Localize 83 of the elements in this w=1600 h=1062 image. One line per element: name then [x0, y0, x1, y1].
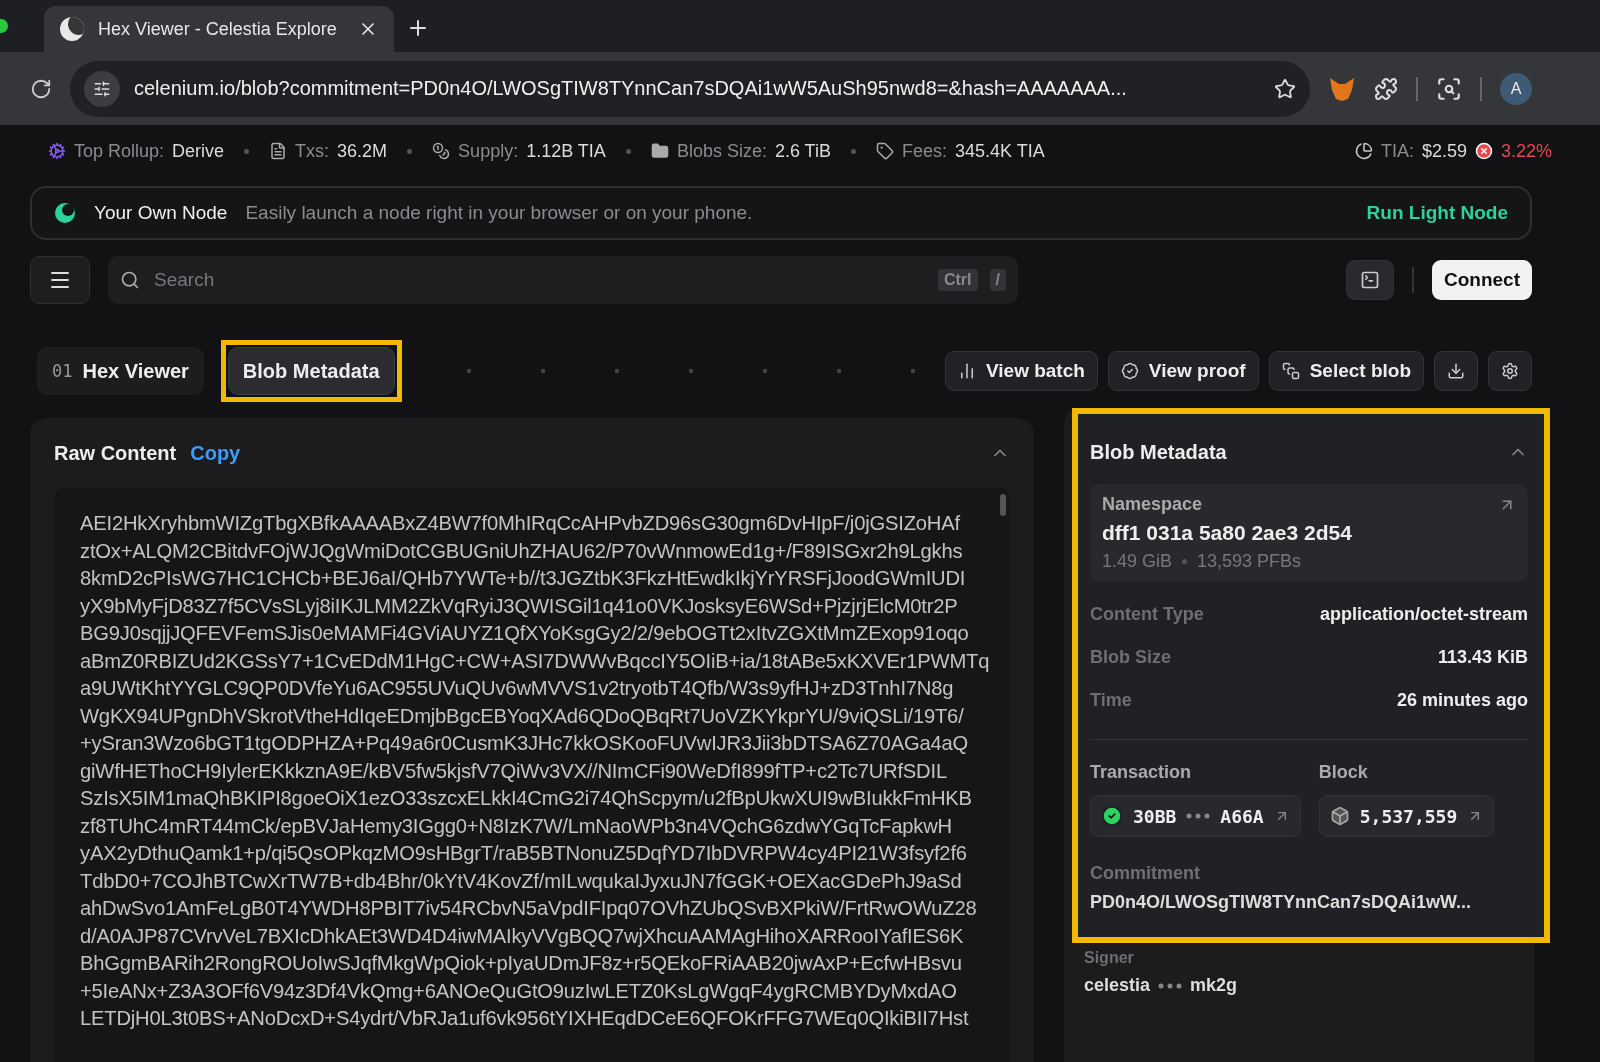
field-label: Content Type	[1090, 604, 1204, 625]
stat-label: Blobs Size:	[676, 140, 767, 162]
action-button[interactable]: View batch	[944, 351, 1098, 391]
commitment-label: Commitment	[1090, 863, 1201, 884]
panel-title: Raw Content	[54, 441, 177, 465]
node-icon	[54, 202, 76, 224]
fox-icon[interactable]	[1328, 75, 1356, 102]
cube-icon	[1329, 806, 1350, 826]
stat-label: Supply:	[458, 140, 519, 162]
terminal-button[interactable]	[1346, 260, 1394, 300]
squares-icon	[1281, 362, 1300, 380]
profile-avatar[interactable]: A	[1500, 72, 1532, 105]
field-label: Blob Size	[1090, 647, 1171, 668]
stat-value: 2.6 TiB	[774, 140, 831, 162]
shortcut-key: /	[989, 269, 1006, 291]
coins-icon	[432, 142, 451, 160]
namespace-label: Namespace	[1102, 494, 1203, 515]
document-icon	[269, 142, 288, 160]
signer-end: mk2g	[1190, 975, 1238, 996]
panel-title: Blob Metadata	[1090, 440, 1227, 464]
search-icon	[120, 270, 140, 290]
stat-value: 36.2M	[337, 140, 388, 162]
field-label: Time	[1090, 690, 1132, 711]
folder-icon	[650, 142, 669, 160]
badge-check-icon	[1120, 362, 1139, 380]
namespace-size: 1.49 GiB	[1102, 551, 1173, 572]
field-value: 113.43 KiB	[1437, 647, 1528, 668]
view-tab[interactable]: 01 Hex Viewer	[37, 347, 204, 395]
block-link[interactable]: 5,537,559	[1318, 795, 1495, 837]
stat-label: Txs:	[295, 140, 330, 162]
commitment-value: PD0n4O/LWOSgTIW8TYnnCan7sDQAi1wW...	[1090, 892, 1473, 913]
search-input[interactable]: Search	[152, 256, 926, 304]
pie-icon	[1354, 142, 1373, 160]
namespace-pfbs: 13,593 PFBs	[1197, 551, 1302, 572]
price-change: 3.22%	[1500, 140, 1552, 162]
scrollbar-thumb[interactable]	[1000, 494, 1006, 516]
stat-value: 1.12B TIA	[526, 140, 606, 162]
reload-icon[interactable]	[30, 77, 52, 100]
address-bar[interactable]: celenium.io/blob?commitment=PD0n4O/LWOSgTIW8TYnnCan7sDQAi1wW5AuSh95nwd8=&hash=AAAAAAA...	[70, 60, 1310, 117]
run-node-link[interactable]: Run Light Node	[1366, 202, 1508, 224]
stat-label: Fees:	[901, 140, 947, 162]
shortcut-key: Ctrl	[938, 269, 978, 291]
banner-text: Easily launch a node right in your browser or on your phone.	[245, 202, 754, 224]
settings-button[interactable]	[1488, 351, 1532, 391]
field-value: 26 minutes ago	[1396, 690, 1528, 711]
namespace-id: dff1 031a 5a80 2ae3 2d54	[1102, 521, 1353, 545]
copy-link[interactable]: Copy	[190, 441, 241, 465]
stat-value: 345.4K TIA	[955, 140, 1045, 162]
hash-end: A66A	[1220, 805, 1264, 827]
stat-value: Derive	[172, 140, 225, 162]
star-icon[interactable]	[1274, 77, 1296, 100]
banner-title: Your Own Node	[94, 202, 228, 224]
field-value: application/octet-stream	[1319, 604, 1528, 625]
screen-search-icon[interactable]	[1436, 75, 1462, 102]
transaction-link[interactable]: 30BB A66A	[1090, 795, 1301, 837]
transaction-label: Transaction	[1090, 762, 1193, 783]
namespace-card[interactable]: Namespace dff1 031a 5a80 2ae3 2d54 1.49 GiB 13,593 PFBs	[1090, 484, 1528, 582]
site-settings-icon[interactable]	[84, 70, 120, 107]
search-field[interactable]: Search Ctrl /	[108, 256, 1018, 304]
stat-label: TIA:	[1380, 140, 1414, 162]
action-button[interactable]: View proof	[1107, 351, 1259, 391]
menu-button[interactable]	[30, 256, 90, 304]
terminal-icon	[1360, 270, 1380, 290]
browser-tab[interactable]: Hex Viewer - Celestia Explore	[44, 6, 394, 52]
connect-button[interactable]: Connect	[1432, 260, 1532, 300]
ellipsis-icon	[1186, 813, 1211, 819]
block-label: Block	[1318, 762, 1369, 783]
tag-icon	[875, 142, 894, 160]
moon-icon	[60, 17, 84, 41]
stat-value: $2.59	[1421, 140, 1467, 162]
puzzle-icon[interactable]	[1374, 76, 1398, 101]
block-height: 5,537,559	[1359, 805, 1458, 827]
signer-start: celestia	[1084, 975, 1151, 996]
view-tab[interactable]: Blob Metadata	[227, 347, 395, 395]
gear-icon	[48, 142, 66, 160]
download-button[interactable]	[1434, 351, 1478, 391]
hash-start: 30BB	[1133, 805, 1177, 827]
settings-icon	[1501, 362, 1519, 380]
action-button[interactable]: Select blob	[1268, 351, 1424, 391]
download-icon	[1447, 362, 1465, 380]
signer-label: Signer	[1084, 949, 1135, 967]
stat-label: Top Rollup:	[74, 140, 165, 162]
ellipsis-icon	[1158, 982, 1183, 989]
